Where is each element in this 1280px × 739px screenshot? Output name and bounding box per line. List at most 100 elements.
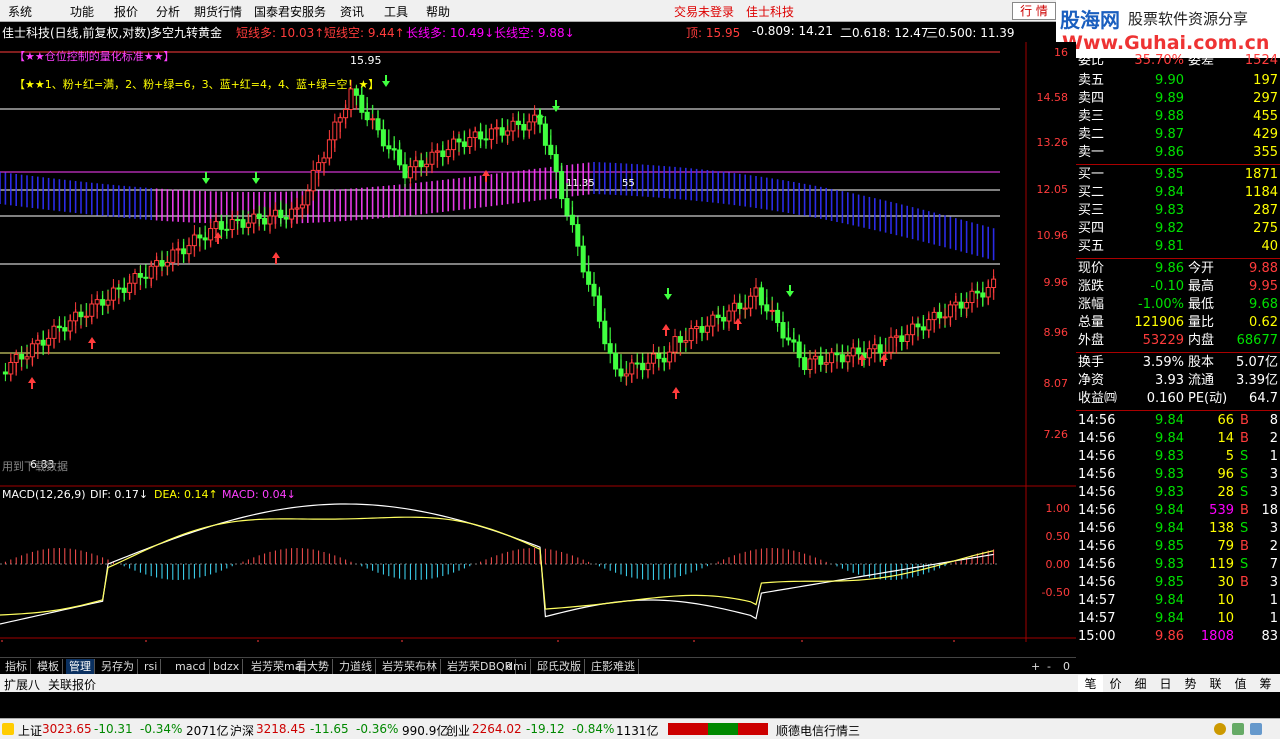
candle-body [586, 271, 592, 285]
related-quote-tab[interactable]: 关联报价 [48, 676, 96, 693]
indicator-tab[interactable]: 模板 [34, 659, 63, 674]
hs-index-change: -11.65 [310, 722, 349, 736]
status-icon-2[interactable] [1214, 723, 1226, 735]
macd-axis-label: 0.00 [1046, 558, 1071, 571]
candle-body [726, 310, 732, 322]
candle-body [650, 353, 656, 364]
candle-body [494, 127, 500, 130]
indicator-tab[interactable]: dmi [503, 659, 531, 674]
candle-body [272, 209, 278, 217]
candle-body [445, 149, 451, 158]
tick-row: 14:57 9.84 10 1 [1078, 611, 1278, 626]
indicator-tab[interactable]: bdzx [210, 659, 244, 674]
indicator-tab[interactable]: 另存为 [98, 659, 138, 674]
reset-indicator-button[interactable]: 0 [1060, 659, 1073, 674]
candle-body [316, 162, 322, 171]
top-value: 顶: 15.95 [686, 26, 741, 40]
menu-item-quote[interactable]: 报价 [114, 3, 138, 20]
add-indicator-button[interactable]: + [1028, 659, 1043, 674]
hs-index-value: 3218.45 [256, 722, 306, 736]
candle-body [2, 371, 8, 375]
candle-body [980, 292, 986, 298]
right-tab[interactable]: 价 [1103, 675, 1128, 692]
candle-body [40, 339, 46, 346]
right-tab[interactable]: 值 [1228, 675, 1253, 692]
market-breadth-bar [668, 723, 768, 735]
indicator-tab[interactable]: 邱氏改版 [534, 659, 585, 674]
candle-body [569, 214, 575, 226]
candle-body [29, 343, 35, 358]
right-tab[interactable]: 笔 [1078, 675, 1103, 692]
price-axis-label: 9.96 [1044, 276, 1069, 289]
candle-body [818, 355, 824, 365]
indicator-tab[interactable]: 岩芳荣布林 [379, 659, 441, 674]
candle-body [299, 204, 305, 209]
expand-tab[interactable]: 扩展八 [4, 676, 40, 693]
candle-body [931, 311, 937, 321]
indicator-tab[interactable]: 庄影难逃 [588, 659, 639, 674]
candle-body [256, 213, 262, 220]
menu-item-system[interactable]: 系统 [8, 3, 32, 20]
candle-body [429, 151, 435, 165]
candle-body [62, 327, 68, 332]
stat-row-4: 外盘 53229 内盘 68677 [1078, 333, 1278, 348]
menu-item-help[interactable]: 帮助 [426, 3, 450, 20]
candle-body [575, 224, 581, 247]
indicator-tab[interactable]: rsi [141, 659, 162, 674]
price-axis-label: 12.05 [1037, 183, 1069, 196]
status-icon-3[interactable] [1232, 723, 1244, 735]
candle-body [461, 141, 467, 147]
candle-body [402, 164, 408, 179]
right-tab[interactable]: 势 [1178, 675, 1203, 692]
candle-body [418, 160, 424, 168]
right-tab[interactable]: 细 [1128, 675, 1153, 692]
candle-body [791, 339, 797, 343]
candle-body [737, 302, 743, 309]
menu-item-broker-service[interactable]: 国泰君安服务 [254, 3, 326, 20]
right-tab[interactable]: 日 [1153, 675, 1178, 692]
candle-body [380, 129, 386, 147]
candle-body [305, 190, 311, 206]
quote-mode-button[interactable]: 行 情 [1012, 2, 1056, 20]
expand-bar: 扩展八 关联报价 [0, 674, 1076, 692]
indicator-tab[interactable]: 指标 [2, 659, 31, 674]
indicator-tab[interactable]: 看大势 [293, 659, 333, 674]
mid-price-label: 11.35 [566, 178, 595, 189]
candle-body [164, 261, 170, 267]
price-axis-label: 13.26 [1037, 136, 1069, 149]
right-tab[interactable]: 联 [1203, 675, 1228, 692]
menu-item-futures[interactable]: 期货行情 [194, 3, 242, 20]
candle-body [845, 355, 851, 363]
candle-body [694, 326, 700, 330]
indicator-tab[interactable]: 管理 [66, 659, 95, 674]
candle-body [505, 130, 511, 136]
candle-body [731, 302, 737, 312]
menu-item-tools[interactable]: 工具 [384, 3, 408, 20]
status-icon-4[interactable] [1250, 723, 1262, 735]
remove-indicator-button[interactable]: - [1044, 659, 1054, 674]
candle-body [526, 121, 532, 131]
candle-body [904, 334, 910, 342]
menu-item-function[interactable]: 功能 [70, 3, 94, 20]
price-chart[interactable]: 16 14.58 13.26 12.05 10.96 9.96 8.96 8.07 7.26 1.… [0, 42, 1076, 642]
trade-login-link[interactable]: 交易未登录 [674, 3, 734, 20]
indicator-tab[interactable]: macd [172, 659, 210, 674]
right-tab[interactable]: 筹 [1253, 675, 1278, 692]
macd-axis-label: 0.50 [1046, 530, 1071, 543]
candle-body [548, 144, 554, 156]
menu-item-analysis[interactable]: 分析 [156, 3, 180, 20]
candle-body [397, 149, 403, 166]
candle-body [899, 335, 905, 342]
candle-body [440, 150, 446, 158]
candle-body [294, 207, 300, 210]
candle-body [116, 287, 122, 290]
high-price-label: 15.95 [350, 54, 382, 67]
banner-url: Www.Guhai.com.cn [1062, 32, 1270, 54]
stat-row-0: 现价 9.86 今开 9.88 [1078, 261, 1278, 276]
menu-item-news[interactable]: 资讯 [340, 3, 364, 20]
candle-body [13, 353, 19, 363]
indicator-tab[interactable]: 力道线 [336, 659, 376, 674]
candle-body [645, 362, 651, 371]
candle-body [434, 150, 440, 153]
candle-body [283, 217, 289, 220]
